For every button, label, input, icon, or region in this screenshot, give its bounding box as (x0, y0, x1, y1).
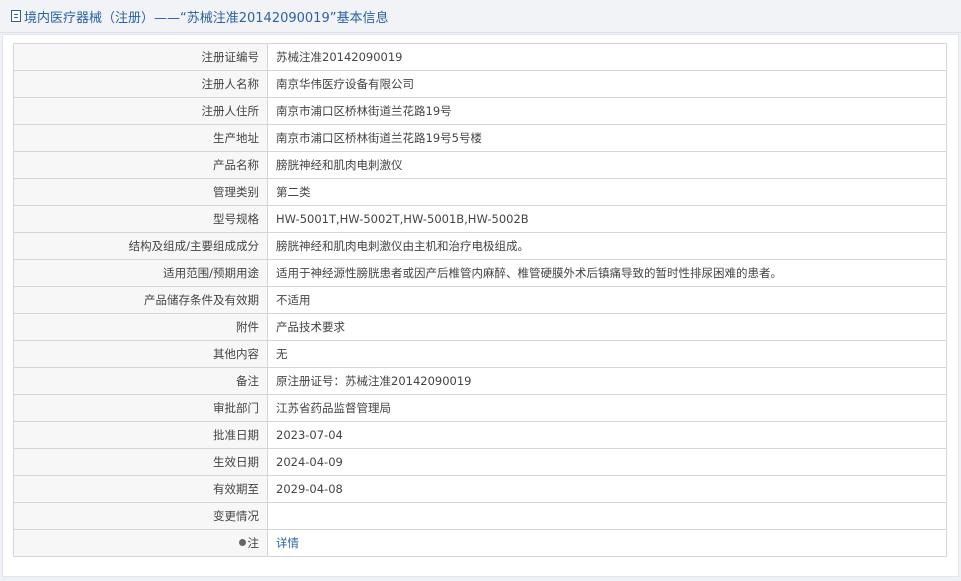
page-title: 境内医疗器械（注册）——“苏械注准20142090019”基本信息 (24, 10, 389, 26)
field-label: 产品名称 (13, 151, 268, 179)
table-row: 附件 产品技术要求 (13, 313, 947, 341)
field-value: 苏械注准20142090019 (267, 43, 947, 71)
table-row: 其他内容 无 (13, 340, 947, 368)
page-header: 境内医疗器械（注册）——“苏械注准20142090019”基本信息 (0, 0, 961, 33)
field-label: 附件 (13, 313, 268, 341)
table-row: 注册人住所 南京市浦口区桥林街道兰花路19号 (13, 97, 947, 125)
note-label-cell: 注 (13, 529, 268, 557)
field-label: 结构及组成/主要组成成分 (13, 232, 268, 260)
field-label: 注册人住所 (13, 97, 268, 125)
note-value-cell: 详情 (267, 529, 947, 557)
field-value: 南京市浦口区桥林街道兰花路19号5号楼 (267, 124, 947, 152)
table-row: 备注 原注册证号：苏械注准20142090019 (13, 367, 947, 395)
table-row: 适用范围/预期用途 适用于神经源性膀胱患者或因产后椎管内麻醉、椎管硬膜外术后镇痛… (13, 259, 947, 287)
table-row: 有效期至 2029-04-08 (13, 475, 947, 503)
table-row: 注册证编号 苏械注准20142090019 (13, 43, 947, 71)
field-value: HW-5001T,HW-5002T,HW-5001B,HW-5002B (267, 205, 947, 233)
field-label: 生产地址 (13, 124, 268, 152)
field-value: 产品技术要求 (267, 313, 947, 341)
field-value: 南京市浦口区桥林街道兰花路19号 (267, 97, 947, 125)
field-label: 生效日期 (13, 448, 268, 476)
field-value: 第二类 (267, 178, 947, 206)
field-label: 型号规格 (13, 205, 268, 233)
field-value: 2029-04-08 (267, 475, 947, 503)
field-value: 2024-04-09 (267, 448, 947, 476)
field-label: 注册证编号 (13, 43, 268, 71)
field-value: 南京华伟医疗设备有限公司 (267, 70, 947, 98)
field-value: 不适用 (267, 286, 947, 314)
field-value: 适用于神经源性膀胱患者或因产后椎管内麻醉、椎管硬膜外术后镇痛导致的暂时性排尿困难… (267, 259, 947, 287)
table-row: 审批部门 江苏省药品监督管理局 (13, 394, 947, 422)
field-value: 膀胱神经和肌肉电刺激仪由主机和治疗电极组成。 (267, 232, 947, 260)
bullet-icon (238, 539, 246, 546)
field-value: 江苏省药品监督管理局 (267, 394, 947, 422)
table-row: 管理类别 第二类 (13, 178, 947, 206)
field-label: 注册人名称 (13, 70, 268, 98)
table-row: 注册人名称 南京华伟医疗设备有限公司 (13, 70, 947, 98)
field-value: 无 (267, 340, 947, 368)
field-value: 2023-07-04 (267, 421, 947, 449)
field-value: 原注册证号：苏械注准20142090019 (267, 367, 947, 395)
field-label: 批准日期 (13, 421, 268, 449)
field-label: 有效期至 (13, 475, 268, 503)
info-table: 注册证编号 苏械注准20142090019 注册人名称 南京华伟医疗设备有限公司… (13, 43, 947, 557)
field-label: 备注 (13, 367, 268, 395)
field-label: 变更情况 (13, 502, 268, 530)
field-label: 产品储存条件及有效期 (13, 286, 268, 314)
table-row: 生产地址 南京市浦口区桥林街道兰花路19号5号楼 (13, 124, 947, 152)
field-value (267, 502, 947, 530)
field-value: 膀胱神经和肌肉电刺激仪 (267, 151, 947, 179)
field-label: 审批部门 (13, 394, 268, 422)
table-row: 批准日期 2023-07-04 (13, 421, 947, 449)
table-row: 结构及组成/主要组成成分 膀胱神经和肌肉电刺激仪由主机和治疗电极组成。 (13, 232, 947, 260)
detail-link[interactable]: 详情 (276, 536, 299, 550)
table-row: 生效日期 2024-04-09 (13, 448, 947, 476)
note-label: 注 (247, 536, 260, 550)
document-icon (11, 10, 21, 22)
table-row: 产品名称 膀胱神经和肌肉电刺激仪 (13, 151, 947, 179)
info-panel: 注册证编号 苏械注准20142090019 注册人名称 南京华伟医疗设备有限公司… (2, 34, 959, 577)
field-label: 适用范围/预期用途 (13, 259, 268, 287)
field-label: 管理类别 (13, 178, 268, 206)
table-row: 产品储存条件及有效期 不适用 (13, 286, 947, 314)
note-row: 注 详情 (13, 529, 947, 557)
table-row: 变更情况 (13, 502, 947, 530)
table-row: 型号规格 HW-5001T,HW-5002T,HW-5001B,HW-5002B (13, 205, 947, 233)
field-label: 其他内容 (13, 340, 268, 368)
